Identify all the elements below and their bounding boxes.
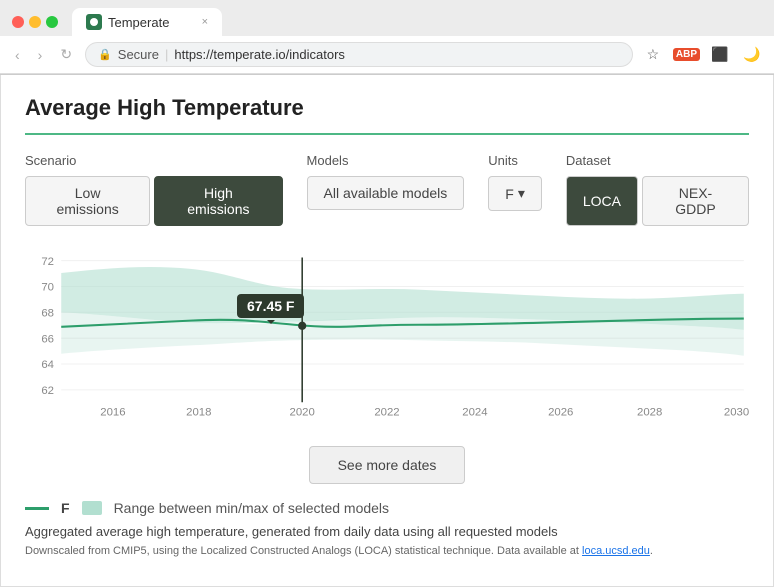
- svg-text:66: 66: [41, 333, 54, 345]
- loca-button[interactable]: LOCA: [566, 176, 638, 226]
- units-button[interactable]: F ▾: [488, 176, 542, 211]
- night-mode-button[interactable]: 🌙: [740, 43, 764, 67]
- url-text: https://temperate.io/indicators: [174, 47, 345, 62]
- dataset-label: Dataset: [566, 153, 749, 168]
- secure-icon: 🔒: [98, 48, 112, 61]
- refresh-button[interactable]: ↻: [55, 44, 77, 65]
- units-control: Units F ▾: [488, 153, 542, 211]
- svg-text:2022: 2022: [374, 407, 399, 419]
- browser-tab[interactable]: Temperate ×: [72, 8, 222, 36]
- tooltip-value: 67.45 F: [247, 298, 294, 314]
- maximize-window-button[interactable]: [46, 16, 58, 28]
- units-value: F: [505, 186, 514, 202]
- secure-label: Secure: [118, 47, 159, 62]
- models-control: Models All available models: [307, 153, 465, 210]
- chevron-down-icon: ▾: [518, 185, 525, 202]
- high-emissions-button[interactable]: High emissions: [154, 176, 282, 226]
- traffic-lights: [12, 16, 58, 28]
- controls-row: Scenario Low emissions High emissions Mo…: [25, 153, 749, 226]
- svg-text:2020: 2020: [290, 407, 315, 419]
- legend-range-label: Range between min/max of selected models: [114, 500, 389, 516]
- dataset-control: Dataset LOCA NEX-GDDP: [566, 153, 749, 226]
- svg-text:2016: 2016: [100, 407, 125, 419]
- svg-text:2030: 2030: [724, 407, 749, 419]
- tab-title: Temperate: [108, 15, 169, 30]
- svg-text:2024: 2024: [462, 407, 487, 419]
- address-bar[interactable]: 🔒 Secure | https://temperate.io/indicato…: [85, 42, 633, 67]
- svg-text:70: 70: [41, 282, 54, 294]
- svg-text:64: 64: [41, 359, 54, 371]
- legend-line-indicator: [25, 507, 49, 510]
- svg-text:68: 68: [41, 307, 54, 319]
- forward-button[interactable]: ›: [33, 45, 48, 65]
- browser-chrome: Temperate × ‹ › ↻ 🔒 Secure | https://tem…: [0, 0, 774, 75]
- units-label: Units: [488, 153, 542, 168]
- nexgddp-button[interactable]: NEX-GDDP: [642, 176, 749, 226]
- back-button[interactable]: ‹: [10, 45, 25, 65]
- title-bar: Temperate ×: [0, 0, 774, 36]
- chart-svg[interactable]: 72 70 68 66 64 62 2016 20: [25, 242, 749, 433]
- bookmark-button[interactable]: ☆: [641, 43, 665, 67]
- all-models-button[interactable]: All available models: [307, 176, 465, 210]
- legend: F Range between min/max of selected mode…: [25, 500, 749, 516]
- page-title: Average High Temperature: [25, 95, 749, 135]
- footnote: Downscaled from CMIP5, using the Localiz…: [25, 545, 749, 557]
- scenario-label: Scenario: [25, 153, 283, 168]
- models-label: Models: [307, 153, 465, 168]
- low-emissions-button[interactable]: Low emissions: [25, 176, 150, 226]
- navigation-bar: ‹ › ↻ 🔒 Secure | https://temperate.io/in…: [0, 36, 774, 74]
- chart-description: Aggregated average high temperature, gen…: [25, 524, 749, 539]
- dataset-btn-group: LOCA NEX-GDDP: [566, 176, 749, 226]
- scenario-control: Scenario Low emissions High emissions: [25, 153, 283, 226]
- nav-icons: ☆ ABP ⬛ 🌙: [641, 43, 764, 67]
- minimize-window-button[interactable]: [29, 16, 41, 28]
- adblock-badge: ABP: [673, 48, 700, 61]
- chart-container: 67.45 F 72 70 68 66 64 62: [25, 242, 749, 438]
- close-window-button[interactable]: [12, 16, 24, 28]
- footnote-link[interactable]: loca.ucsd.edu: [582, 545, 650, 557]
- tab-close-button[interactable]: ×: [202, 16, 208, 28]
- chart-tooltip: 67.45 F: [237, 294, 304, 318]
- scenario-btn-group: Low emissions High emissions: [25, 176, 283, 226]
- see-more-dates-button[interactable]: See more dates: [309, 446, 466, 484]
- footnote-text: Downscaled from CMIP5, using the Localiz…: [25, 545, 579, 557]
- svg-text:2018: 2018: [186, 407, 211, 419]
- tab-favicon: [86, 14, 102, 30]
- extensions-button[interactable]: ⬛: [708, 43, 732, 67]
- see-more-wrapper: See more dates: [25, 446, 749, 484]
- legend-line-label: F: [61, 500, 70, 516]
- svg-text:2026: 2026: [548, 407, 573, 419]
- page-content: Average High Temperature Scenario Low em…: [0, 75, 774, 587]
- svg-text:2028: 2028: [637, 407, 662, 419]
- svg-text:72: 72: [41, 256, 54, 268]
- legend-range-indicator: [82, 501, 102, 515]
- svg-text:62: 62: [41, 385, 54, 397]
